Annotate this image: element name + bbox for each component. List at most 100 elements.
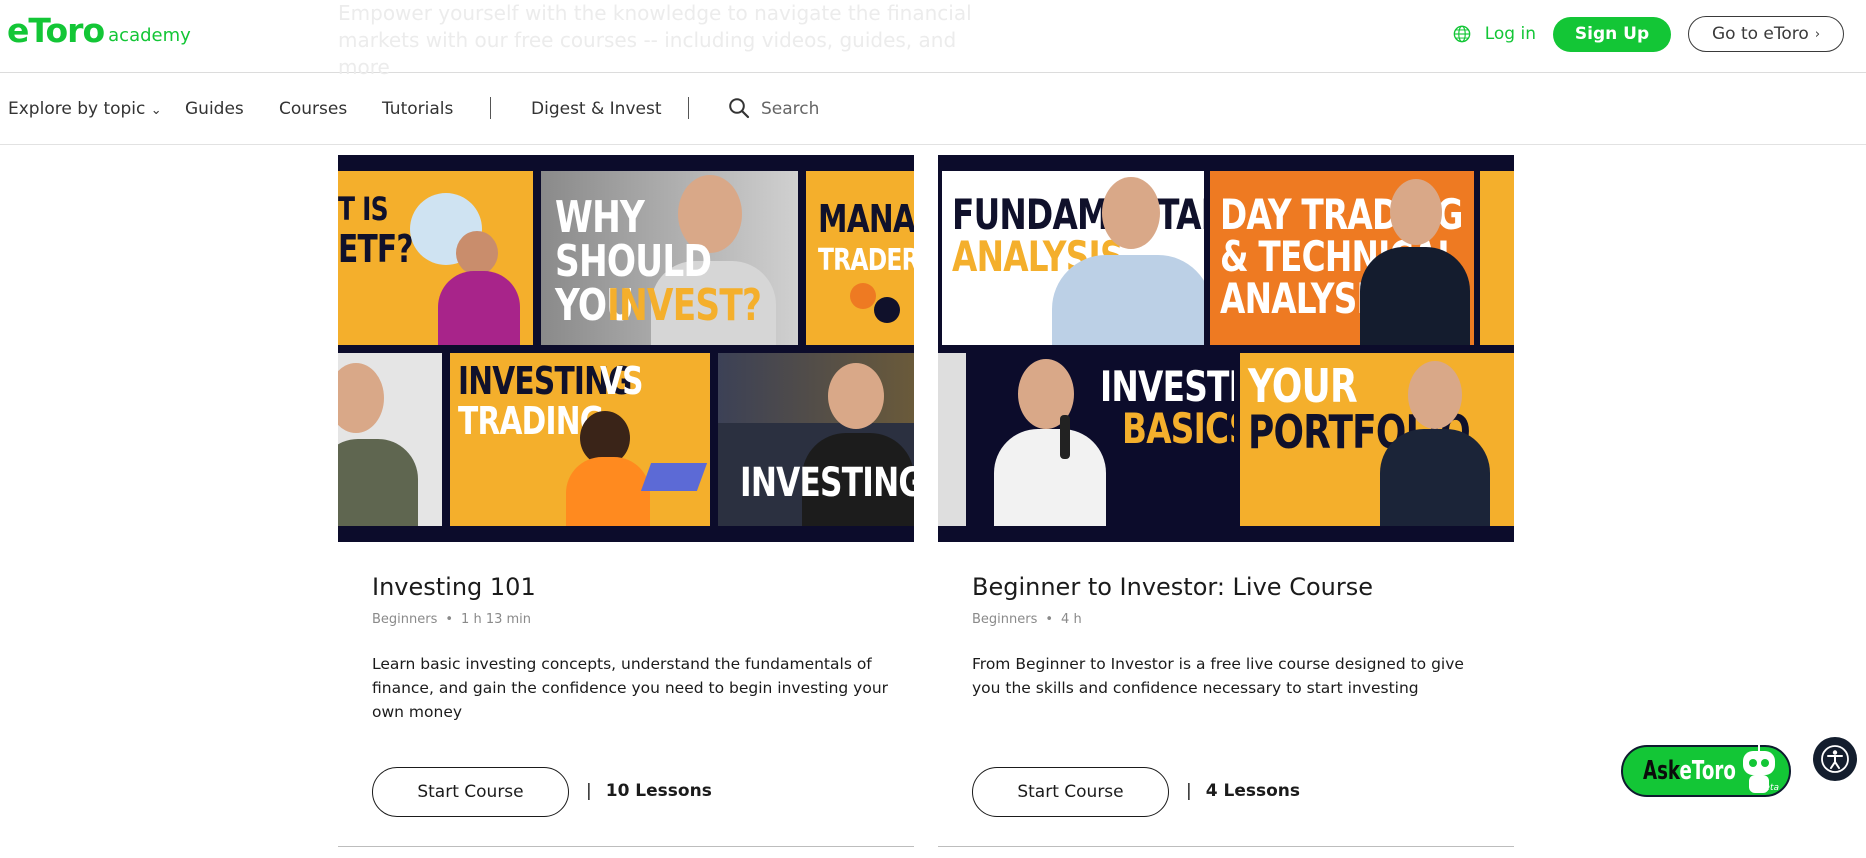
person-body — [338, 439, 418, 526]
go-to-etoro-label: Go to eToro — [1711, 24, 1809, 44]
start-course-button[interactable]: Start Course — [972, 767, 1169, 817]
hero-faded-line: markets with our free courses -- includi… — [338, 28, 957, 52]
person-body — [1052, 255, 1204, 345]
lessons-label: 4 Lessons — [1205, 781, 1300, 801]
thumb-text: INVEST? — [607, 280, 762, 331]
hero-faded-line: Empower yourself with the knowledge to n… — [338, 1, 972, 25]
course-description: Learn basic investing concepts, understa… — [372, 655, 889, 721]
course-thumbnail[interactable]: T IS ETF? WHY SHOULD YOU INVEST? MANAG T… — [338, 155, 914, 542]
go-to-etoro-button[interactable]: Go to eToro › — [1688, 16, 1844, 52]
explore-by-topic-label: Explore by topic — [8, 99, 146, 119]
chevron-down-icon: ⌄ — [150, 103, 162, 118]
person-body — [438, 271, 520, 345]
person-body — [994, 429, 1106, 526]
etoro-academy-logo[interactable]: eToro academy — [7, 14, 191, 47]
thumb-text: T IS — [338, 190, 389, 228]
lessons-count: | 10 Lessons — [586, 781, 712, 801]
thumb-text: MANAG — [818, 197, 914, 241]
thumb-tile: YOUR PORTFOLIO — [1240, 353, 1514, 526]
course-level: Beginners — [972, 612, 1038, 627]
search-icon[interactable] — [728, 97, 750, 119]
meta-dot: • — [445, 612, 454, 627]
thumb-text: INVESTING TERI — [740, 460, 914, 506]
thumb-text: BASICS — [1122, 404, 1234, 453]
nav-digest-invest[interactable]: Digest & Invest — [531, 99, 661, 119]
signup-label: Sign Up — [1574, 24, 1650, 44]
login-link[interactable]: Log in — [1485, 24, 1536, 44]
thumb-tile: FUNDAMENTAL ANALYSIS — [942, 171, 1204, 345]
ask-etoro-button[interactable]: AskeToro Beta — [1621, 745, 1791, 797]
course-title[interactable]: Investing 101 — [372, 573, 536, 601]
warning-icon — [874, 297, 900, 323]
lessons-separator: | — [586, 781, 592, 801]
start-course-label: Start Course — [1017, 782, 1124, 802]
thumb-tile — [1480, 171, 1514, 345]
logo-etoro-text: eToro — [7, 11, 105, 50]
thumb-tile: INVESTING TERI — [718, 353, 914, 526]
thumb-text: INVESTMENT — [1100, 362, 1234, 411]
signup-button[interactable]: Sign Up — [1553, 16, 1671, 52]
person-head — [828, 363, 884, 429]
course-meta: Beginners • 4 h — [972, 612, 1082, 627]
site-header: eToro academy Empower yourself with the … — [0, 0, 1866, 79]
ask-brand: eToro — [1679, 756, 1736, 786]
nav-guides[interactable]: Guides — [185, 99, 244, 119]
card-divider — [338, 846, 914, 847]
logo-academy-text: academy — [108, 25, 191, 46]
lessons-separator: | — [1186, 781, 1192, 801]
person-head — [1408, 361, 1462, 429]
lessons-label: 10 Lessons — [605, 781, 712, 801]
nav-divider — [688, 97, 689, 119]
microphone-graphic — [1060, 415, 1070, 459]
badge-graphic — [850, 283, 876, 309]
hero-faded-text: Empower yourself with the knowledge to n… — [338, 0, 978, 81]
course-title[interactable]: Beginner to Investor: Live Course — [972, 573, 1373, 601]
ask-prefix: Ask — [1643, 756, 1680, 786]
globe-icon[interactable] — [1453, 25, 1471, 43]
person-head — [1102, 177, 1160, 249]
start-course-button[interactable]: Start Course — [372, 767, 569, 817]
thumb-text: YOUR — [1248, 359, 1358, 413]
course-thumbnail[interactable]: FUNDAMENTAL ANALYSIS DAY TRADING & TECHN… — [938, 155, 1514, 542]
nav-divider — [490, 97, 491, 119]
course-card[interactable]: FUNDAMENTAL ANALYSIS DAY TRADING & TECHN… — [938, 155, 1514, 847]
thumb-text: VS — [600, 359, 644, 403]
start-course-label: Start Course — [417, 782, 524, 802]
course-duration: 4 h — [1061, 612, 1082, 627]
thumb-text: TRADER OI — [818, 243, 914, 278]
beta-badge: Beta — [1758, 783, 1779, 793]
chart-graphic — [640, 463, 708, 491]
course-duration: 1 h 13 min — [461, 612, 532, 627]
thumb-text: ETF? — [338, 227, 414, 271]
accessibility-icon[interactable] — [1813, 737, 1857, 781]
thumb-tile — [338, 353, 442, 526]
thumb-tile: MANAG TRADER OI — [806, 171, 914, 345]
person-head — [456, 231, 498, 275]
chevron-right-icon: › — [1814, 26, 1821, 42]
thumb-tile: T IS ETF? — [338, 171, 533, 345]
thumb-tile: INVESTING VS TRADING — [450, 353, 710, 526]
nav-tutorials[interactable]: Tutorials — [382, 99, 453, 119]
person-head — [338, 363, 384, 433]
topic-nav: Explore by topic ⌄ Guides Courses Tutori… — [0, 73, 1866, 145]
thumb-tile — [938, 353, 966, 526]
nav-courses[interactable]: Courses — [279, 99, 347, 119]
course-level: Beginners — [372, 612, 438, 627]
person-head — [1390, 179, 1442, 245]
thumb-tile: WHY SHOULD YOU INVEST? — [541, 171, 798, 345]
person-body — [1380, 429, 1490, 526]
person-body — [566, 457, 650, 526]
explore-by-topic-dropdown[interactable]: Explore by topic ⌄ — [8, 99, 162, 119]
thumb-text: FUNDAMENTAL — [952, 190, 1204, 239]
meta-dot: • — [1045, 612, 1054, 627]
person-body — [1360, 247, 1470, 345]
course-description: From Beginner to Investor is a free live… — [972, 655, 1464, 697]
thumb-tile: INVESTMENT BASICS — [972, 353, 1234, 526]
thumb-tile: DAY TRADING & TECHNICAL ANALYSIS — [1210, 171, 1474, 345]
search-input[interactable]: Search — [761, 99, 819, 119]
course-card[interactable]: T IS ETF? WHY SHOULD YOU INVEST? MANAG T… — [338, 155, 914, 847]
thumb-text: SHOULD — [555, 236, 712, 287]
thumb-text: WHY — [555, 192, 645, 243]
accessibility-figure-icon — [1821, 745, 1849, 773]
course-meta: Beginners • 1 h 13 min — [372, 612, 531, 627]
